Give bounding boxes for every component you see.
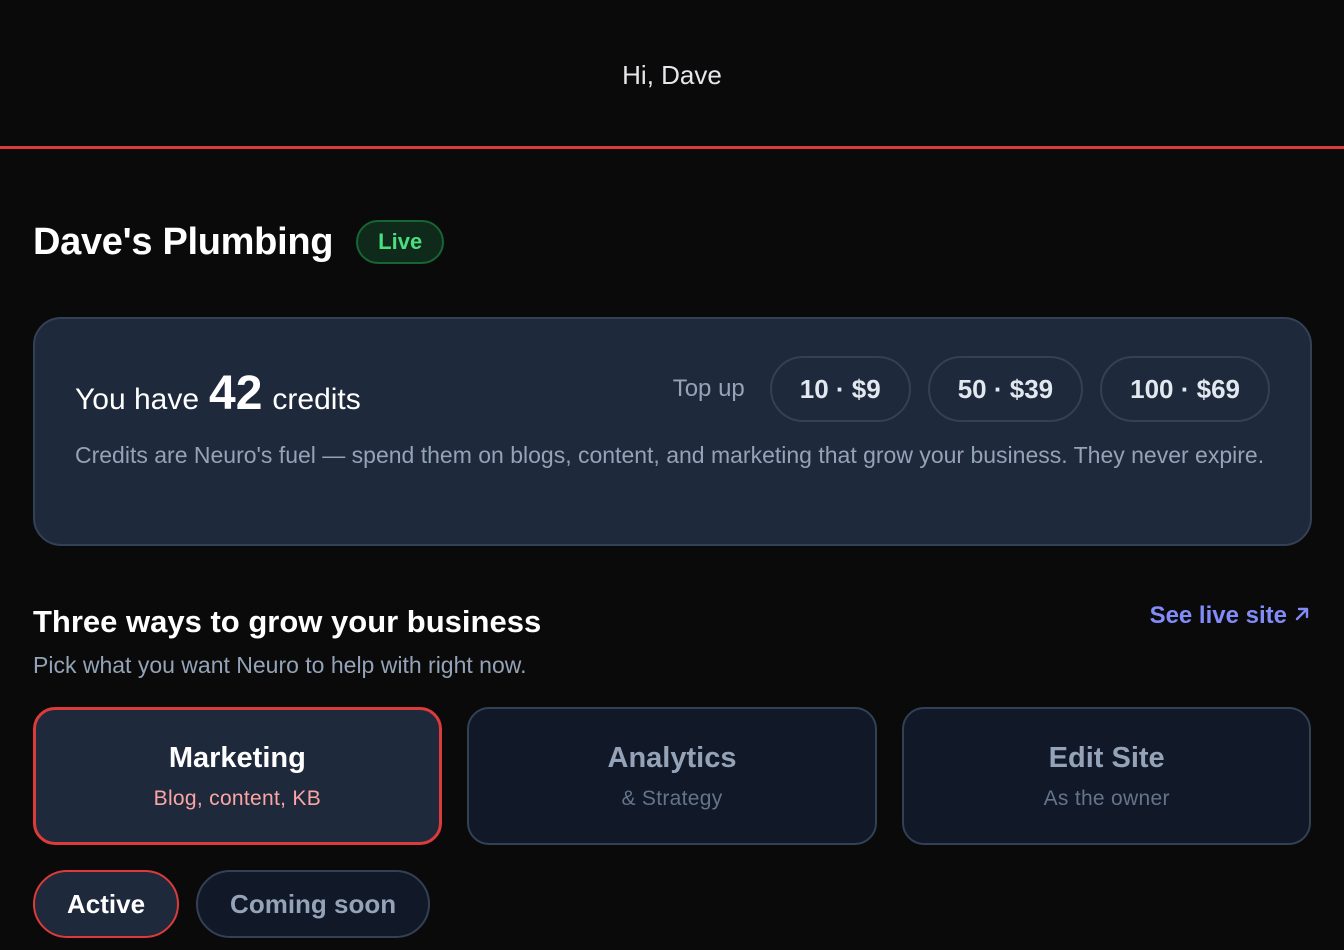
section-header: Three ways to grow your business See liv… <box>33 602 1311 640</box>
topup-100-button[interactable]: 100 · $69 <box>1100 356 1270 422</box>
section-subtitle: Pick what you want Neuro to help with ri… <box>33 652 527 678</box>
top-bar: Hi, Dave <box>0 0 1344 149</box>
option-edit-site[interactable]: Edit Site As the owner <box>902 707 1311 845</box>
site-name: Dave's Plumbing <box>33 220 334 263</box>
credits-card: You have 42 credits Top up 10 · $9 50 · … <box>33 317 1312 546</box>
section-title: Three ways to grow your business <box>33 604 542 639</box>
see-live-site-link[interactable]: See live site <box>1150 602 1311 630</box>
tab-coming-soon[interactable]: Coming soon <box>196 870 431 938</box>
greeting: Hi, Dave <box>622 60 722 90</box>
tab-active[interactable]: Active <box>33 870 180 938</box>
credits-balance: You have 42 credits <box>75 366 361 421</box>
topup-10-button[interactable]: 10 · $9 <box>769 356 911 422</box>
see-live-site-label: See live site <box>1149 602 1287 629</box>
status-badge: Live <box>356 220 445 264</box>
credits-suffix: credits <box>272 382 361 416</box>
option-title: Marketing <box>168 741 306 774</box>
option-marketing[interactable]: Marketing Blog, content, KB <box>33 707 442 845</box>
option-title: Analytics <box>607 741 737 774</box>
main-content: Dave's Plumbing Live You have 42 credits… <box>0 219 1344 938</box>
topup-label: Top up <box>672 375 745 402</box>
arrow-up-right-icon <box>1293 602 1311 630</box>
site-header: Dave's Plumbing Live <box>33 219 1311 265</box>
topup-group: Top up 10 · $9 50 · $39 100 · $69 <box>673 356 1270 422</box>
option-subtitle: & Strategy <box>621 786 723 810</box>
option-title: Edit Site <box>1048 741 1165 774</box>
options-grid: Marketing Blog, content, KB Analytics & … <box>33 707 1311 845</box>
option-analytics[interactable]: Analytics & Strategy <box>466 707 878 845</box>
topup-50-button[interactable]: 50 · $39 <box>927 356 1084 422</box>
option-subtitle: As the owner <box>1043 786 1170 810</box>
credits-amount: 42 <box>209 366 263 420</box>
status-tabs: Active Coming soon <box>33 870 1311 938</box>
option-subtitle: Blog, content, KB <box>153 786 322 810</box>
credits-description: Credits are Neuro's fuel — spend them on… <box>75 442 1265 468</box>
credits-prefix: You have <box>75 382 200 416</box>
credits-row: You have 42 credits Top up 10 · $9 50 · … <box>75 356 1270 422</box>
